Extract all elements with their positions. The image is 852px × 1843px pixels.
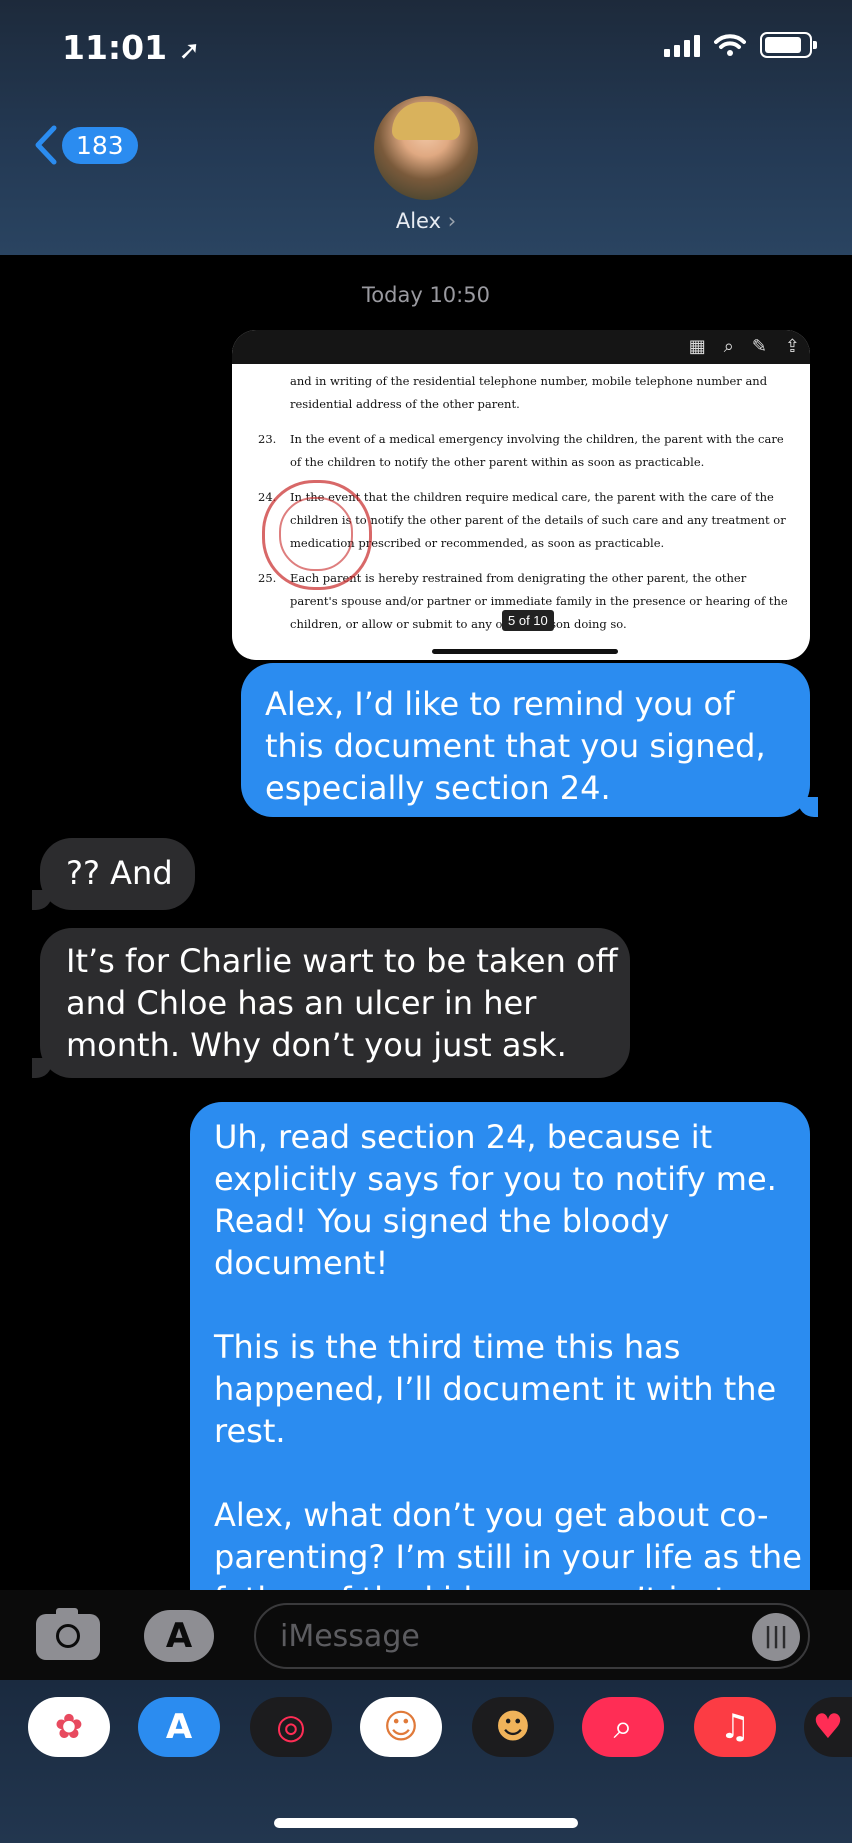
document-paragraph: 23. In the event of a medical emergency i… [258,432,784,469]
app-store-icon: A [165,1616,193,1656]
document-toolbar: ▦ ⌕ ✎ ⇪ [232,330,810,364]
search-icon: ⌕ [723,336,734,357]
unread-count-badge: 183 [62,126,138,164]
status-time: 11:01 ➚ [62,28,201,67]
images-search-app-icon[interactable]: ⌕ [582,1697,664,1757]
markup-pen-icon: ✎ [751,336,767,357]
message-timestamp: Today 10:50 [362,283,490,307]
audio-waveform-icon[interactable]: ||| [752,1613,800,1661]
cellular-signal-icon [664,33,700,57]
back-button[interactable]: 183 [32,125,138,165]
share-icon: ⇪ [784,336,800,357]
photos-app-icon[interactable]: ✿ [28,1697,110,1757]
activity-app-icon[interactable]: ◎ [250,1697,332,1757]
grid-icon: ▦ [688,336,706,357]
music-app-icon[interactable]: ♫ [694,1697,776,1757]
contact-name[interactable]: Alex › [0,209,852,233]
home-indicator[interactable] [274,1818,578,1828]
incoming-message[interactable]: It’s for Charlie wart to be taken off an… [32,928,630,1078]
court-seal-stamp [262,480,372,590]
chevron-right-icon: › [447,209,457,233]
status-icons [664,32,817,58]
page-indicator: 5 of 10 [502,610,554,631]
document-image-attachment[interactable]: ▦ ⌕ ✎ ⇪ and in writing of the residentia… [232,330,810,660]
memoji-stickers-app-icon[interactable]: ☺ [360,1697,442,1757]
imessage-input[interactable]: iMessage ||| [254,1603,810,1669]
chevron-left-icon [35,125,57,165]
document-paragraph: and in writing of the residential teleph… [290,374,768,411]
wifi-icon [714,34,746,56]
contact-avatar[interactable] [374,96,478,200]
camera-icon[interactable] [36,1608,100,1660]
outgoing-message[interactable]: Uh, read section 24, because it explicit… [190,1102,810,1622]
app-store-button[interactable]: A [144,1610,214,1662]
incoming-message[interactable]: ?? And [32,838,195,910]
outgoing-message[interactable]: Alex, I’d like to remind you of this doc… [241,663,818,817]
location-arrow-icon: ➚ [178,36,201,66]
app-store-app-icon[interactable]: A [138,1697,220,1757]
memoji-app-icon[interactable]: ☻ [472,1697,554,1757]
battery-icon [760,32,817,58]
home-indicator-in-image [432,649,618,654]
